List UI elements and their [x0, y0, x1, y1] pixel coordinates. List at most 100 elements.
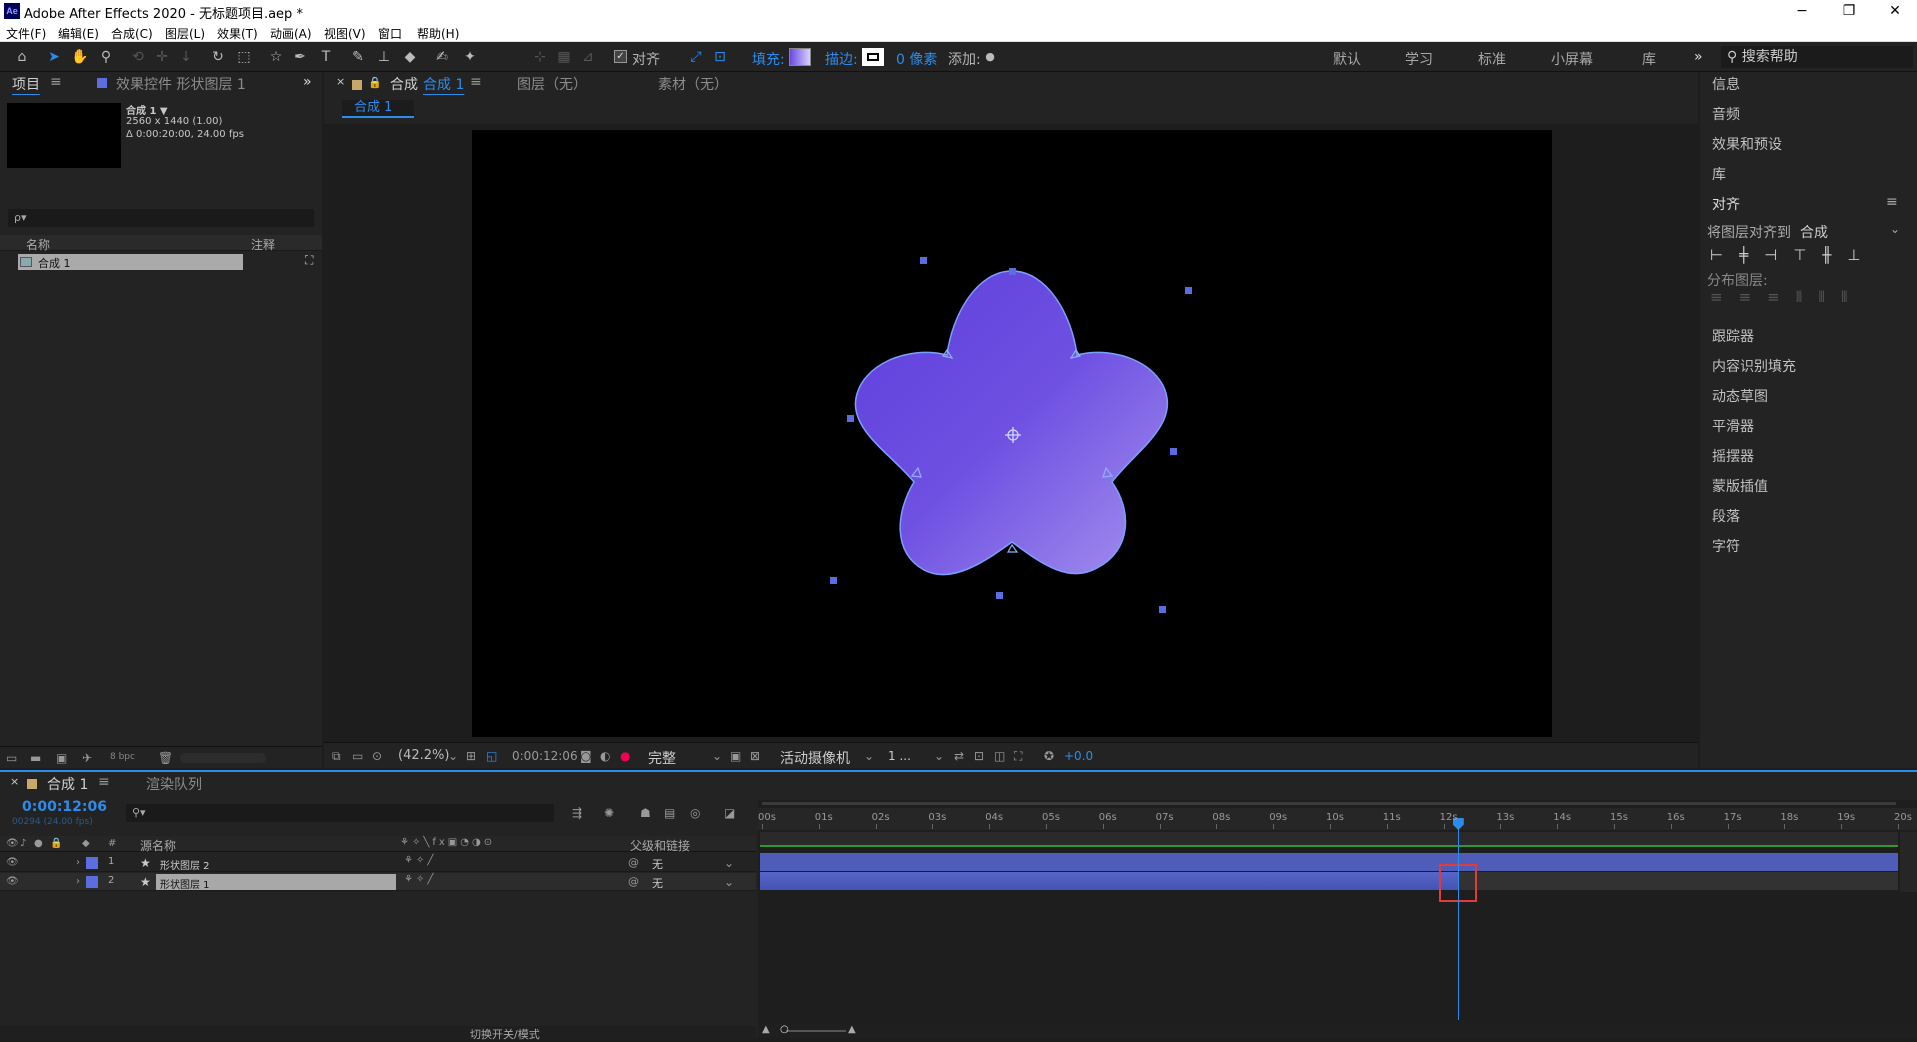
layer-row[interactable]: 👁 › 2 ★ 形状图层 1 ⚘✧╱ @ 无 ⌄: [0, 873, 756, 891]
workspace-standard[interactable]: 标准: [1478, 49, 1506, 69]
layer-switches[interactable]: ⚘✧╱: [404, 874, 436, 885]
column-comment[interactable]: 注释: [251, 236, 275, 253]
comp-mini-flowchart-icon[interactable]: ⇶: [572, 806, 582, 820]
align-checkbox[interactable]: ✓: [614, 50, 627, 63]
tab-render-queue[interactable]: 渲染队列: [146, 774, 202, 794]
zoom-in-icon[interactable]: ▲: [848, 1024, 856, 1035]
display-icon[interactable]: ▭: [352, 749, 363, 763]
align-hcenter-icon[interactable]: ╪: [1739, 246, 1764, 264]
toggle-pixel-icon[interactable]: ⇄: [954, 749, 964, 763]
panel-tracker[interactable]: 跟踪器: [1712, 326, 1754, 346]
column-parent-link[interactable]: 父级和链接: [630, 837, 690, 854]
pan-behind-icon[interactable]: ⬚: [234, 48, 254, 66]
panel-audio[interactable]: 音频: [1712, 104, 1740, 124]
layer-duration-bar[interactable]: [760, 853, 1898, 871]
panel-smoother[interactable]: 平滑器: [1712, 416, 1754, 436]
maximize-button[interactable]: ❐: [1832, 1, 1866, 21]
eye-icon[interactable]: 👁: [6, 875, 19, 889]
playhead[interactable]: [1452, 818, 1464, 1020]
render-icon[interactable]: ✈: [82, 751, 92, 765]
zoom-out-icon[interactable]: ▲: [762, 1024, 770, 1035]
camera-icon[interactable]: ◙: [580, 749, 592, 763]
align-right-icon[interactable]: ⊣: [1764, 246, 1793, 264]
menu-edit[interactable]: 编辑(E): [58, 25, 99, 42]
transform-handle[interactable]: [847, 415, 854, 422]
menu-help[interactable]: 帮助(H): [417, 25, 459, 42]
home-icon[interactable]: ⌂: [12, 48, 32, 66]
chevron-down-icon[interactable]: ⌄: [712, 749, 722, 763]
add-menu-icon[interactable]: ●: [980, 48, 1000, 66]
frame-blending-icon[interactable]: ▤: [664, 806, 675, 820]
chevron-down-icon[interactable]: ⌄: [448, 749, 458, 763]
tab-layer[interactable]: 图层（无）: [517, 74, 587, 94]
chevron-down-icon[interactable]: ⌄: [864, 749, 874, 763]
panel-align-title[interactable]: 对齐: [1712, 194, 1740, 214]
world-axis-icon[interactable]: ▦: [554, 48, 574, 66]
pickwhip-icon[interactable]: @: [628, 875, 639, 889]
eraser-tool-icon[interactable]: ◆: [400, 48, 420, 66]
layer-switches[interactable]: ⚘✧╱: [404, 855, 436, 866]
transform-handle[interactable]: [1185, 287, 1192, 294]
workspace-default[interactable]: 默认: [1333, 49, 1361, 69]
align-menu-icon[interactable]: ≡: [1886, 194, 1898, 210]
minimize-button[interactable]: −: [1785, 1, 1819, 21]
brush-tool-icon[interactable]: ✎: [348, 48, 368, 66]
transform-handle[interactable]: [1159, 606, 1166, 613]
tab-comp-prefix[interactable]: 合成: [390, 74, 418, 94]
eye-icon[interactable]: 👁: [6, 856, 19, 870]
parent-dropdown[interactable]: 无: [652, 875, 663, 891]
region-icon[interactable]: ◱: [486, 749, 497, 763]
menu-animation[interactable]: 动画(A): [270, 25, 312, 42]
flowchart-icon[interactable]: ⛶: [1014, 749, 1022, 763]
expand-chevron-icon[interactable]: ›: [76, 856, 80, 870]
project-search-input[interactable]: ρ▾: [8, 209, 314, 227]
panel-info[interactable]: 信息: [1712, 74, 1740, 94]
chevron-down-icon[interactable]: ⌄: [724, 856, 734, 870]
graph-editor-icon[interactable]: ◪: [724, 806, 735, 820]
lock-icon[interactable]: 🔒: [368, 76, 382, 89]
roto-brush-icon[interactable]: ✍: [432, 48, 452, 66]
type-tool-icon[interactable]: T: [316, 48, 336, 66]
layer-label-color[interactable]: [86, 876, 98, 888]
tab-project[interactable]: 项目: [12, 74, 40, 94]
views-dropdown[interactable]: 1 ...: [888, 749, 911, 763]
panel-content-aware-fill[interactable]: 内容识别填充: [1712, 356, 1796, 376]
timeline-search-input[interactable]: ⚲▾: [126, 804, 554, 822]
panel-paragraph[interactable]: 段落: [1712, 506, 1740, 526]
selection-tool-icon[interactable]: ➤: [44, 48, 64, 66]
pan-camera-icon[interactable]: ✛: [152, 48, 172, 66]
fast-preview-icon[interactable]: ⊡: [974, 749, 984, 763]
panel-motion-sketch[interactable]: 动态草图: [1712, 386, 1768, 406]
align-left-icon[interactable]: ⊢: [1710, 246, 1739, 264]
transform-handle[interactable]: [830, 577, 837, 584]
roi-icon[interactable]: ▣: [730, 749, 741, 763]
parent-dropdown[interactable]: 无: [652, 856, 663, 872]
workspace-small-screen[interactable]: 小屏幕: [1551, 49, 1593, 69]
pickwhip-icon[interactable]: @: [628, 856, 639, 870]
work-area-bar[interactable]: [758, 800, 1898, 808]
align-buttons-row[interactable]: ⊢╪⊣⊤╫⊥: [1710, 246, 1910, 264]
star-tool-icon[interactable]: ☆: [266, 48, 286, 66]
column-source-name[interactable]: 源名称: [140, 837, 176, 854]
hand-tool-icon[interactable]: ✋: [70, 48, 90, 66]
eye-icon[interactable]: 👁: [6, 837, 19, 851]
new-folder-icon[interactable]: ▬: [30, 751, 41, 765]
menu-composition[interactable]: 合成(C): [111, 25, 153, 42]
vr-icon[interactable]: ⊙: [372, 749, 382, 763]
puppet-pin-icon[interactable]: ✦: [460, 48, 480, 66]
viewer-menu-icon[interactable]: ≡: [470, 74, 482, 90]
shape-layer-graphic[interactable]: [472, 130, 1552, 737]
workspace-libraries[interactable]: 库: [1642, 49, 1656, 69]
layer-name[interactable]: 形状图层 2: [160, 857, 210, 872]
panel-mask-interpolation[interactable]: 蒙版插值: [1712, 476, 1768, 496]
exposure-value[interactable]: +0.0: [1064, 749, 1093, 763]
panel-more-icon[interactable]: »: [303, 74, 312, 90]
new-comp-icon[interactable]: ▣: [56, 751, 67, 765]
layer-name-selected[interactable]: 形状图层 1: [156, 874, 396, 891]
motion-blur-icon[interactable]: ◎: [690, 806, 700, 820]
close-tab-icon[interactable]: ×: [10, 775, 19, 788]
menu-view[interactable]: 视图(V): [324, 25, 366, 42]
zoom-tool-icon[interactable]: ⚲: [96, 48, 116, 66]
stroke-width[interactable]: 0 像素: [896, 49, 937, 69]
transform-handle[interactable]: [1009, 268, 1016, 275]
